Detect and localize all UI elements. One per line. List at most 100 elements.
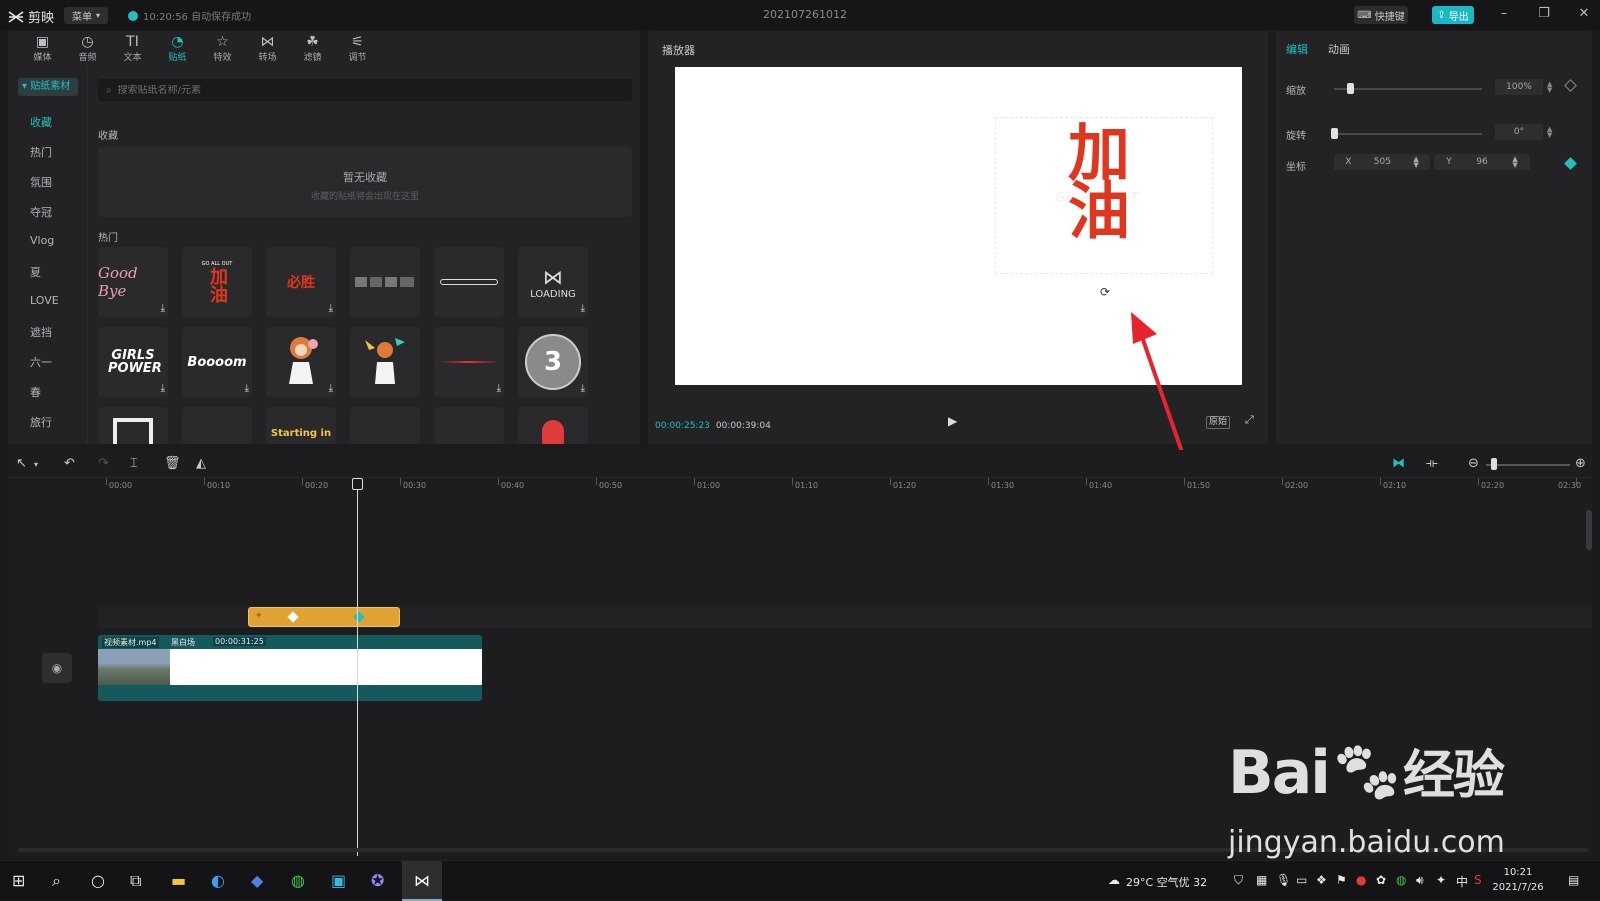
stepper-icon[interactable]: ▲ ▼ xyxy=(1547,126,1552,139)
tray-icon[interactable]: ● xyxy=(1356,873,1366,887)
category-item[interactable]: 夏 xyxy=(30,264,41,280)
sticker-starting-in[interactable]: Starting in xyxy=(266,407,336,444)
weather-text[interactable]: 29°C 空气优 32 xyxy=(1126,874,1207,890)
sticker-red-light[interactable]: ⤓ xyxy=(434,327,504,397)
category-item[interactable]: LOVE xyxy=(30,294,59,307)
tab-filter[interactable]: ☘ 滤镜 xyxy=(290,31,335,67)
sticker-booom[interactable]: Boooom ⤓ xyxy=(182,327,252,397)
tray-icon[interactable]: ❖ xyxy=(1316,873,1327,887)
download-icon[interactable]: ⤓ xyxy=(329,384,333,394)
scale-slider-knob[interactable] xyxy=(1347,83,1354,94)
fullscreen-icon[interactable]: ⤢ xyxy=(1245,413,1254,427)
sticker-bisheng[interactable]: 必胜 ⤓ xyxy=(266,247,336,317)
video-clip[interactable]: 视频素材.mp4 黑白场 00:00:31:25 xyxy=(98,635,482,701)
cortana-icon[interactable]: ○ xyxy=(91,871,105,890)
sticker-item[interactable] xyxy=(350,407,420,444)
tray-icon[interactable]: ✦ xyxy=(1436,873,1446,887)
app-icon[interactable]: ▣ xyxy=(331,871,346,890)
wechat-icon[interactable]: ◍ xyxy=(1396,873,1406,887)
sticker-jiayou[interactable]: GO ALL OUT 加油 xyxy=(182,247,252,317)
keyframe-icon[interactable] xyxy=(353,611,365,623)
search-input[interactable] xyxy=(117,84,598,96)
sticker-loading[interactable]: ⋈ LOADING ⤓ xyxy=(518,247,588,317)
tab-sticker[interactable]: ◔ 贴纸 xyxy=(155,31,200,67)
delete-icon[interactable]: 🗑︎ xyxy=(164,456,181,471)
redo-icon[interactable]: ↷ xyxy=(98,456,109,471)
category-item[interactable]: Vlog xyxy=(30,234,54,247)
rotate-slider[interactable] xyxy=(1334,133,1482,135)
zoom-slider-knob[interactable] xyxy=(1491,458,1497,470)
mirror-icon[interactable]: ◭ xyxy=(196,456,206,471)
tray-icon[interactable]: ⚑ xyxy=(1336,873,1347,887)
windows-start-icon[interactable]: ⊞ xyxy=(12,871,25,890)
link-icon[interactable]: ⟛ xyxy=(1426,456,1438,471)
sticker-loading-bar[interactable] xyxy=(434,247,504,317)
download-icon[interactable]: ⤓ xyxy=(497,384,501,394)
browser-icon[interactable]: ◐ xyxy=(211,871,225,890)
menu-button[interactable]: 菜单 ▾ xyxy=(64,7,108,24)
file-explorer-icon[interactable]: ▬ xyxy=(171,871,186,890)
task-view-icon[interactable]: ⧉ xyxy=(130,871,141,891)
download-icon[interactable]: ⤓ xyxy=(161,304,165,314)
sticker-item[interactable] xyxy=(182,407,252,444)
sticker-frame[interactable] xyxy=(98,407,168,444)
tab-transition[interactable]: ⋈ 转场 xyxy=(245,31,290,67)
zoom-in-icon[interactable]: ⊕ xyxy=(1575,456,1586,471)
zoom-out-icon[interactable]: ⊖ xyxy=(1468,456,1479,471)
volume-icon[interactable]: 🔊︎ xyxy=(1416,873,1424,888)
keyframe-active-icon[interactable] xyxy=(1564,157,1577,170)
track-mute-button[interactable]: ◉ xyxy=(42,653,72,683)
zoom-slider[interactable] xyxy=(1486,464,1570,466)
preview-canvas[interactable]: GO ALL OUT 加油 ⟳ xyxy=(675,67,1242,548)
weather-icon[interactable]: ☁ xyxy=(1108,873,1120,887)
ratio-button[interactable]: 原始 xyxy=(1206,416,1231,429)
sogou-icon[interactable]: S xyxy=(1474,873,1482,887)
sticker-bounding-box[interactable]: GO ALL OUT 加油 xyxy=(995,117,1213,274)
download-icon[interactable]: ⤓ xyxy=(245,384,249,394)
tray-icon[interactable]: ▦ xyxy=(1256,873,1267,887)
rotate-value[interactable]: 0° xyxy=(1495,124,1543,140)
playhead[interactable] xyxy=(357,480,358,856)
select-cursor-icon[interactable]: ↖ xyxy=(16,456,27,471)
tab-adjust[interactable]: ⚟ 调节 xyxy=(335,31,380,67)
tab-edit[interactable]: 编辑 xyxy=(1286,41,1308,57)
sticker-clip[interactable]: ✦ xyxy=(248,607,400,627)
vertical-scrollbar[interactable] xyxy=(1586,510,1592,550)
rotate-slider-knob[interactable] xyxy=(1331,128,1338,139)
undo-icon[interactable]: ↶ xyxy=(64,456,75,471)
scale-value[interactable]: 100% xyxy=(1495,79,1543,95)
export-button[interactable]: ⇪ 导出 xyxy=(1432,6,1474,24)
capcut-taskbar-button[interactable]: ⋈ xyxy=(402,861,442,901)
split-icon[interactable]: ⌶ xyxy=(130,456,138,471)
sticker-girls-power[interactable]: GIRLS POWER ⤓ xyxy=(98,327,168,397)
category-item[interactable]: 收藏 xyxy=(30,114,52,130)
system-clock[interactable]: 10:21 2021/7/26 xyxy=(1488,865,1548,895)
minimize-icon[interactable]: – xyxy=(1494,6,1514,24)
keyframe-icon[interactable] xyxy=(1564,79,1577,92)
sticker-search[interactable]: ⌕ xyxy=(98,79,632,101)
snap-icon[interactable]: ⧓ xyxy=(1392,456,1405,471)
tab-animation[interactable]: 动画 xyxy=(1328,41,1350,57)
position-x-field[interactable]: X 505 ▲ ▼ xyxy=(1334,154,1430,170)
sticker-goodbye[interactable]: Good Bye ⤓ xyxy=(98,247,168,317)
stepper-icon[interactable]: ▲ ▼ xyxy=(1413,156,1418,169)
shortcut-button[interactable]: ⌨ 快捷键 xyxy=(1354,6,1408,24)
sticker-countdown-3[interactable]: 3 ⤓ xyxy=(518,327,588,397)
download-icon[interactable]: ⤓ xyxy=(581,304,585,314)
tab-media[interactable]: ▣ 媒体 xyxy=(20,31,65,67)
wechat-icon[interactable]: ◍ xyxy=(291,871,305,890)
tray-icon[interactable]: ✿ xyxy=(1376,873,1386,887)
timeline-ruler[interactable]: 00:00 00:10 00:20 00:30 00:40 00:50 01:0… xyxy=(96,478,1592,496)
sticker-countdown-strip[interactable] xyxy=(350,247,420,317)
category-item[interactable]: 热门 xyxy=(30,144,52,160)
microphone-icon[interactable]: 🎙︎ xyxy=(1276,873,1291,887)
category-item[interactable]: 夺冠 xyxy=(30,204,52,220)
rotate-handle-icon[interactable]: ⟳ xyxy=(1100,285,1110,299)
scale-slider[interactable] xyxy=(1334,88,1482,90)
category-item[interactable]: 旅行 xyxy=(30,414,52,430)
network-icon[interactable]: ▭ xyxy=(1296,873,1307,887)
category-item[interactable]: 氛围 xyxy=(30,174,52,190)
sticker-girl-bird[interactable] xyxy=(350,327,420,397)
chevron-down-icon[interactable]: ▾ xyxy=(34,460,38,469)
download-icon[interactable]: ⤓ xyxy=(161,384,165,394)
